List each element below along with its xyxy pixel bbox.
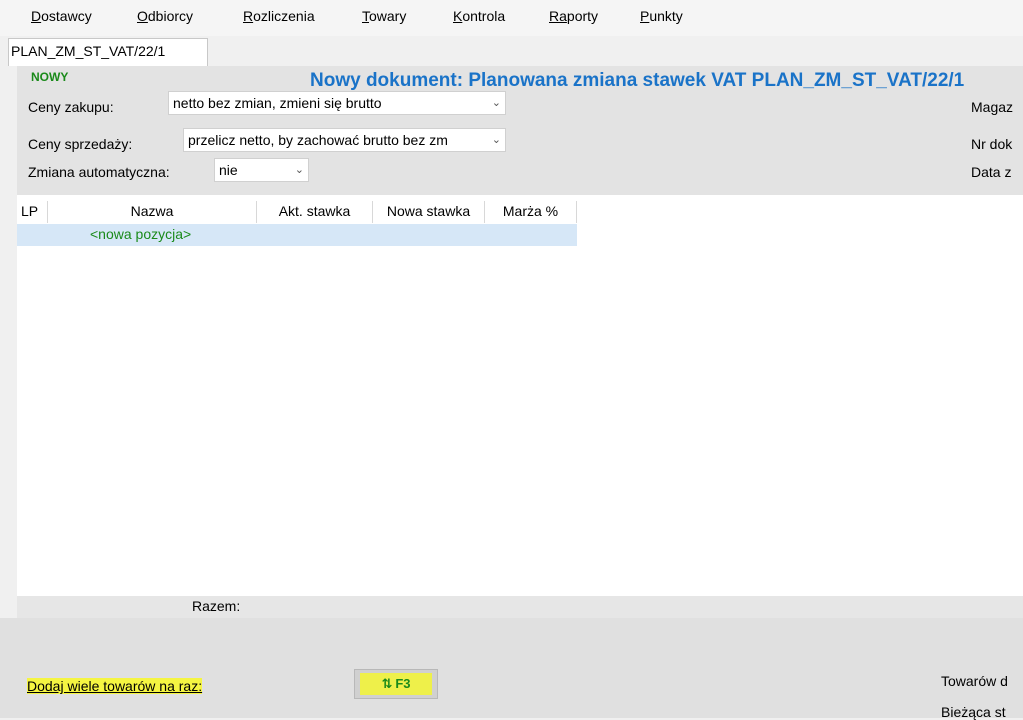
warehouse-label: Magaz <box>971 99 1014 115</box>
summary-label: Razem: <box>192 598 241 614</box>
sale-prices-select[interactable]: przelicz netto, by zachować brutto bez z… <box>183 128 506 152</box>
chevron-down-icon: ⌄ <box>294 164 304 176</box>
column-header-name[interactable]: Nazwa <box>48 201 257 223</box>
page-title: Nowy dokument: Planowana zmiana stawek V… <box>310 70 965 91</box>
menu-towary[interactable]: Towary <box>362 8 406 24</box>
chevron-down-icon: ⌄ <box>491 97 501 109</box>
tab-label: PLAN_ZM_ST_VAT/22/1 <box>11 43 166 59</box>
add-many-f3-button[interactable]: ⇅ F3 <box>354 669 438 699</box>
menu-bar: Dostawcy Odbiorcy Rozliczenia Towary Kon… <box>0 0 1023 36</box>
document-header: NOWY Nowy dokument: Planowana zmiana sta… <box>17 66 1023 195</box>
chevron-down-icon: ⌄ <box>491 134 501 146</box>
column-header-margin[interactable]: Marża % <box>485 201 577 223</box>
tab-document[interactable]: PLAN_ZM_ST_VAT/22/1 <box>8 38 208 66</box>
summary-bar: Razem: <box>17 596 1023 618</box>
status-badge: NOWY <box>31 70 69 84</box>
purchase-prices-label: Ceny zakupu: <box>28 99 114 115</box>
grid-header: LP Nazwa Akt. stawka Nowa stawka Marża % <box>17 201 577 223</box>
items-grid: LP Nazwa Akt. stawka Nowa stawka Marża %… <box>17 195 1023 596</box>
add-many-label: Dodaj wiele towarów na raz: <box>27 678 203 694</box>
new-item-label: <nowa pozycja> <box>90 226 192 242</box>
auto-change-label: Zmiana automatyczna: <box>28 164 170 180</box>
date-label: Data z <box>971 164 1012 180</box>
menu-kontrola[interactable]: Kontrola <box>453 8 505 24</box>
menu-punkty[interactable]: Punkty <box>640 8 683 24</box>
column-header-new-rate[interactable]: Nowa stawka <box>373 201 485 223</box>
doc-number-label: Nr dok <box>971 136 1013 152</box>
purchase-prices-select[interactable]: netto bez zmian, zmieni się brutto ⌄ <box>168 91 506 115</box>
tab-bar: PLAN_ZM_ST_VAT/22/1 <box>0 36 1023 66</box>
refresh-arrows-icon: ⇅ <box>381 676 393 691</box>
footer-panel: Dodaj wiele towarów na raz: ⇅ F3 Towarów … <box>0 618 1023 720</box>
menu-odbiorcy[interactable]: Odbiorcy <box>137 8 193 24</box>
auto-change-select[interactable]: nie ⌄ <box>214 158 309 182</box>
new-item-row[interactable]: <nowa pozycja> <box>17 224 577 246</box>
menu-dostawcy[interactable]: Dostawcy <box>31 8 92 24</box>
menu-raporty[interactable]: Raporty <box>549 8 598 24</box>
column-header-lp[interactable]: LP <box>17 201 48 223</box>
column-header-current-rate[interactable]: Akt. stawka <box>257 201 373 223</box>
menu-rozliczenia[interactable]: Rozliczenia <box>243 8 315 24</box>
sale-prices-label: Ceny sprzedaży: <box>28 136 133 152</box>
items-count-label: Towarów d <box>941 673 1008 689</box>
